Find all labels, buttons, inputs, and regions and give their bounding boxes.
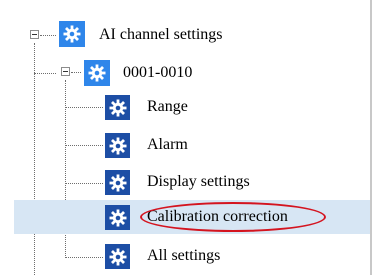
tree-node-label: 0001-0010 [123, 64, 193, 81]
tree-item-label: Range [147, 98, 188, 115]
tree-line-range [65, 107, 103, 108]
collapse-icon[interactable] [61, 67, 70, 76]
tree-node-label: AI channel settings [99, 26, 223, 43]
tree-line-display [65, 183, 103, 184]
gear-icon [59, 21, 85, 47]
gear-icon [105, 244, 130, 269]
gear-icon [105, 95, 130, 120]
tree-item-label: Calibration correction [147, 208, 288, 225]
settings-tree-panel: AI channel settings 0001-0010 Range Alar… [0, 0, 372, 275]
gear-icon [105, 133, 130, 158]
tree-line-all [65, 257, 103, 258]
gear-icon [105, 170, 130, 195]
gear-icon [105, 205, 130, 230]
tree-line-root-stub [40, 35, 56, 36]
tree-line-group-stub [71, 72, 81, 73]
tree-item-label: All settings [147, 247, 221, 264]
tree-line-alarm [65, 145, 103, 146]
tree-item-label: Alarm [147, 136, 188, 153]
collapse-icon[interactable] [30, 30, 39, 39]
tree-line-group [34, 73, 56, 74]
tree-item-label: Display settings [147, 173, 250, 190]
tree-line-root [34, 43, 35, 275]
gear-icon [84, 60, 110, 86]
